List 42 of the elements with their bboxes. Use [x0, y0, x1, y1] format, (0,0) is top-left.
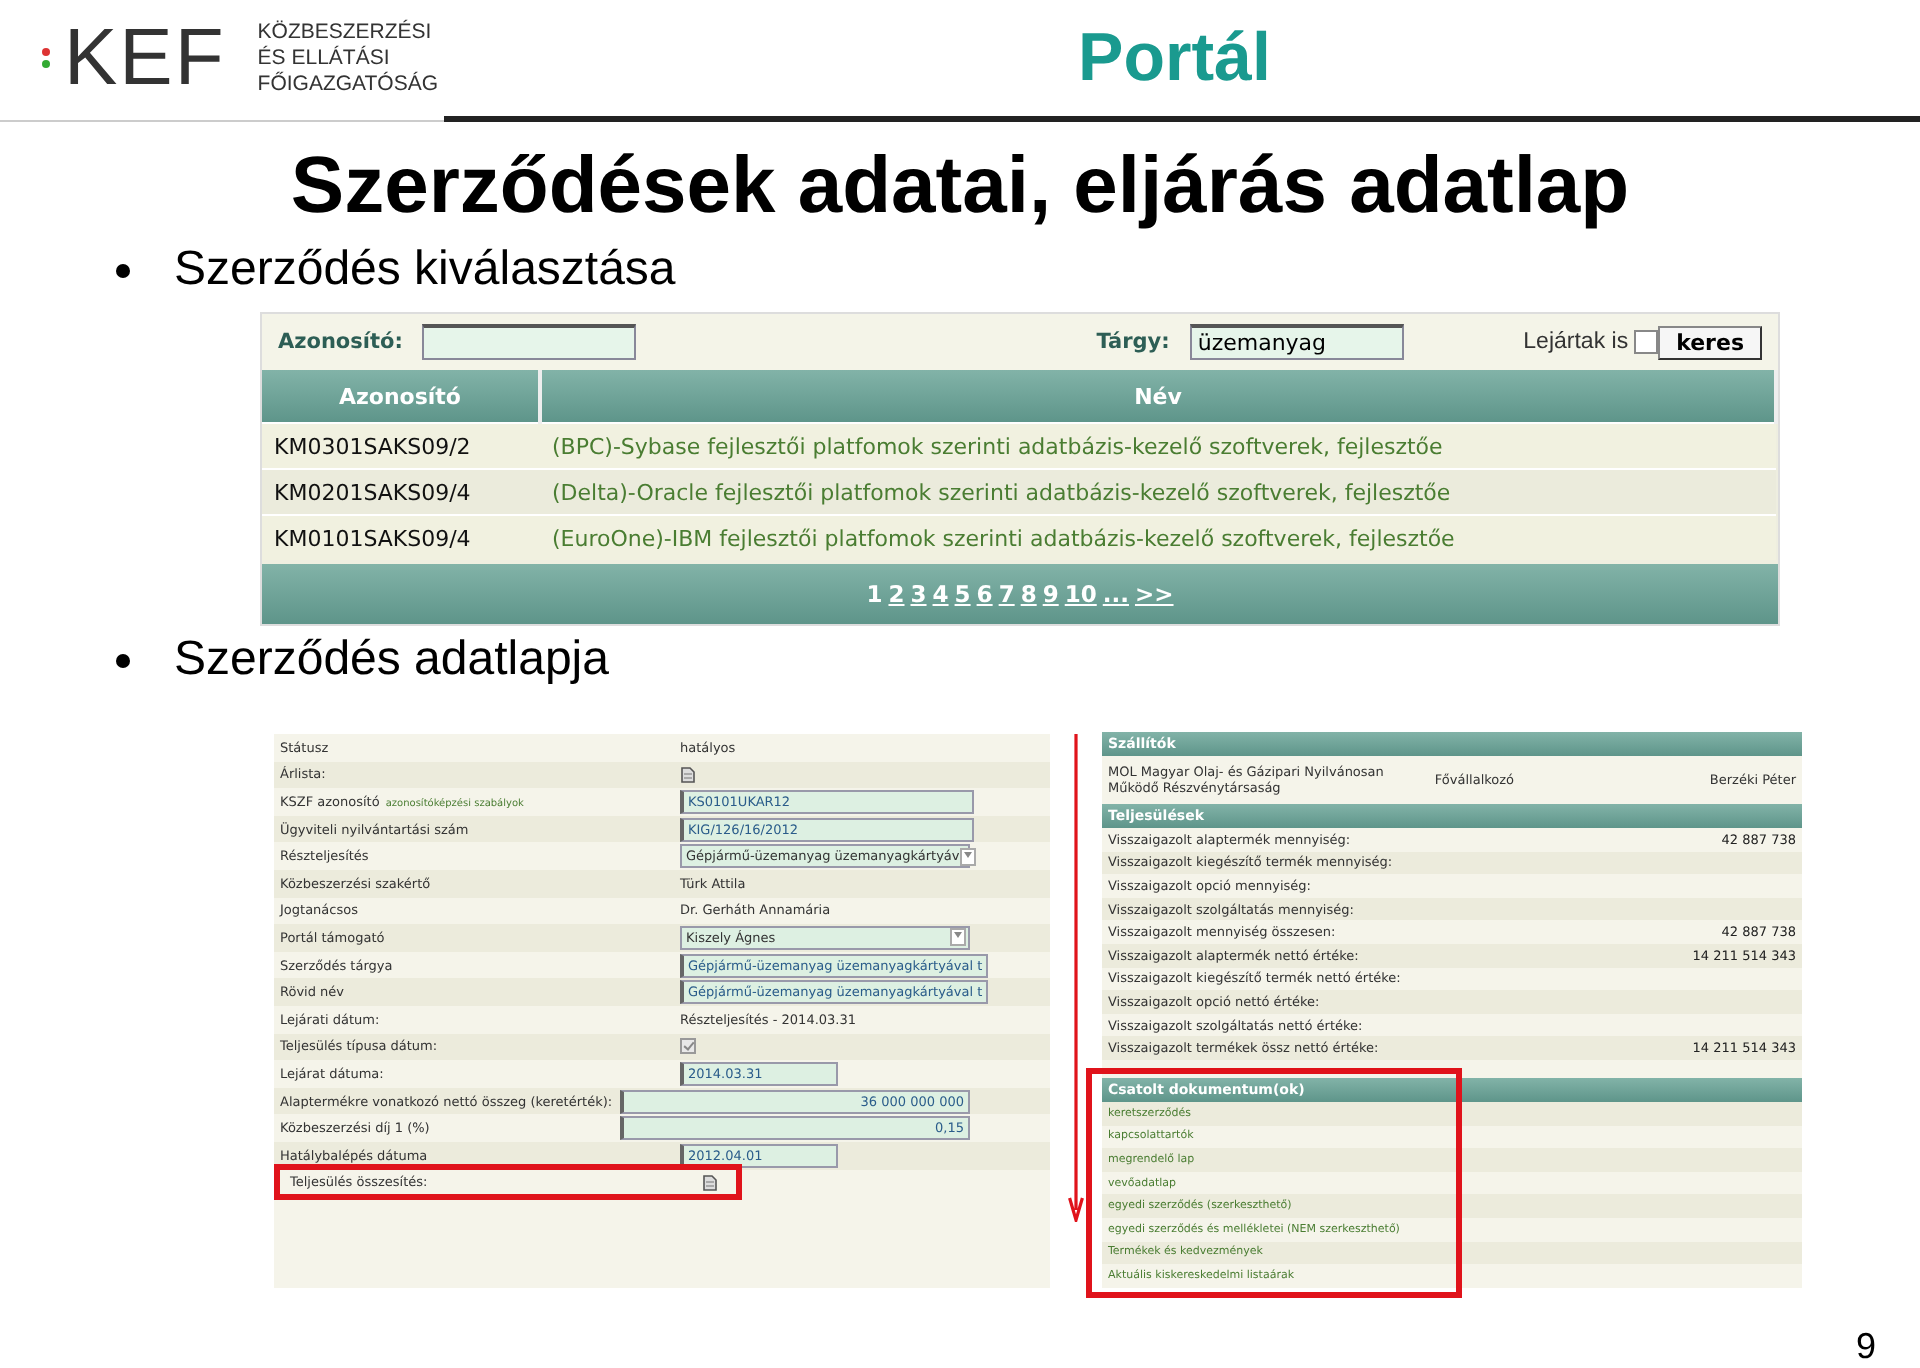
- table-cell[interactable]: (BPC)-Sybase fejlesztői platfomok szerinti adatbázis-kezelő szoftverek, fejlesztőe: [540, 423, 1776, 469]
- column-header: Azonosító: [262, 370, 540, 423]
- page-link[interactable]: >>: [1134, 580, 1174, 608]
- logo-caption: FŐIGAZGATÓSÁG: [257, 71, 439, 97]
- document-icon[interactable]: [702, 1173, 718, 1192]
- input-field[interactable]: üzemanyag: [1189, 324, 1404, 360]
- page-link[interactable]: 8: [1020, 580, 1037, 608]
- page-link[interactable]: 1: [866, 580, 883, 608]
- page-link[interactable]: ...: [1102, 580, 1129, 608]
- bullet-icon: [116, 653, 130, 667]
- logo-caption: KÖZBESZERZÉSI: [257, 19, 434, 45]
- search-button[interactable]: keres: [1658, 325, 1762, 359]
- column-header: Név: [540, 370, 1776, 423]
- page-link[interactable]: 10: [1064, 580, 1097, 608]
- table-cell[interactable]: (Delta)-Oracle fejlesztői platfomok szerinti adatbázis-kezelő szoftverek, fejlesztőe: [540, 469, 1776, 515]
- slide-title: Szerződések adatai, eljárás adatlap: [288, 140, 1632, 234]
- field-label: Tárgy:: [1096, 330, 1170, 354]
- page-link[interactable]: 9: [1042, 580, 1059, 608]
- page-link[interactable]: 2: [888, 580, 905, 608]
- caret-icon: [950, 928, 966, 947]
- logo-caption: ÉS ELLÁTÁSI: [257, 45, 392, 71]
- page-number: 9: [1855, 1326, 1876, 1366]
- field-label: Azonosító:: [278, 330, 403, 354]
- page-link[interactable]: 5: [954, 580, 971, 608]
- page-link[interactable]: 7: [998, 580, 1015, 608]
- bullet-text: Szerződés kiválasztása: [174, 242, 676, 298]
- table-cell: KM0301SAKS09/2: [262, 423, 540, 469]
- logo-dots-icon: [40, 46, 52, 70]
- checkbox[interactable]: [1634, 330, 1659, 354]
- document-icon[interactable]: [680, 765, 696, 784]
- input-field[interactable]: [422, 324, 637, 360]
- table-cell: KM0201SAKS09/4: [262, 469, 540, 515]
- checkbox-label: Lejártak is: [1523, 330, 1629, 354]
- logo-mark: KEF: [64, 18, 226, 98]
- caret-icon: [959, 847, 976, 866]
- bullet-icon: [116, 263, 130, 277]
- section-title: Portál: [1078, 19, 1271, 97]
- page-link[interactable]: 4: [932, 580, 949, 608]
- page-link[interactable]: 6: [976, 580, 993, 608]
- page-link[interactable]: 3: [910, 580, 927, 608]
- checkbox[interactable]: [680, 1038, 696, 1055]
- bullet-text: Szerződés adatlapja: [174, 632, 609, 688]
